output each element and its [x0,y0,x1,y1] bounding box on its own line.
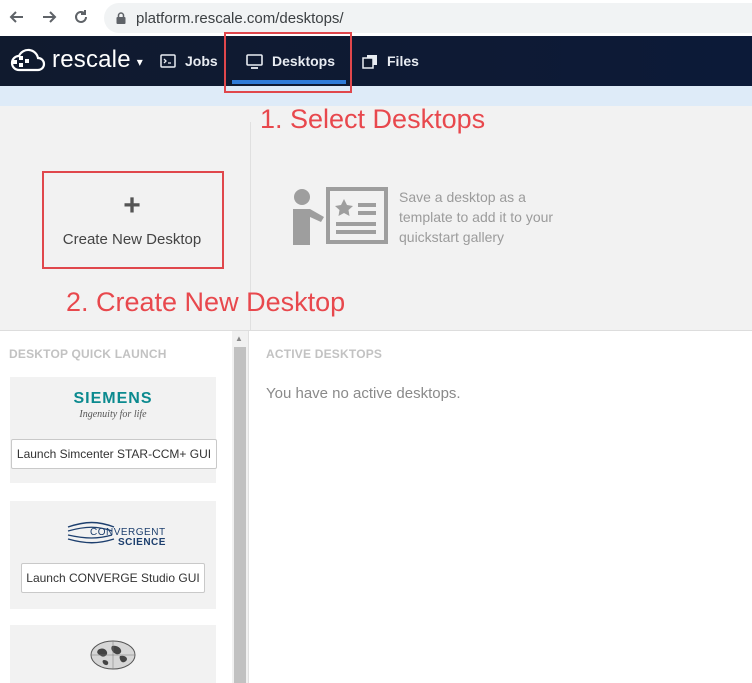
convergent-logo-subtext: SCIENCE [118,537,166,548]
address-bar[interactable]: platform.rescale.com/desktops/ [104,3,752,33]
files-icon [362,54,378,69]
rescale-logo[interactable]: rescale ▾ [10,46,143,74]
no-active-desktops-text: You have no active desktops. [266,385,461,402]
logo-text: rescale [52,46,131,73]
lock-icon [116,12,126,24]
forward-icon[interactable] [38,6,60,28]
terminal-icon [160,54,176,68]
tab-jobs-label: Jobs [185,53,218,69]
tab-files-label: Files [387,53,419,69]
siemens-tagline: Ingenuity for life [79,409,147,420]
template-hint-text: Save a desktop as a template to add it t… [399,189,554,245]
tab-jobs[interactable]: Jobs [160,36,218,86]
active-desktops-title: ACTIVE DESKTOPS [266,347,383,361]
app-navbar: rescale ▾ Jobs Desktops Files [0,36,752,86]
globe-logo-icon [90,640,136,675]
header-strip [0,86,752,106]
launch-starccm-button[interactable]: Launch Simcenter STAR-CCM+ GUI [11,439,217,469]
siemens-logo: SIEMENS [73,390,153,407]
reload-icon[interactable] [70,6,92,28]
scrollbar-thumb[interactable] [234,347,246,683]
highlight-desktops-tab [224,32,352,93]
quick-launch-title: DESKTOP QUICK LAUNCH [9,347,167,361]
highlight-create-button [42,171,224,269]
annotation-step-1: 1. Select Desktops [260,104,486,134]
back-icon[interactable] [6,6,28,28]
scroll-up-icon[interactable]: ▲ [235,334,243,343]
url-text: platform.rescale.com/desktops/ [136,9,344,27]
panel-divider [248,331,249,683]
launch-converge-button[interactable]: Launch CONVERGE Studio GUI [21,563,205,593]
annotation-step-2: 2. Create New Desktop [66,287,346,317]
browser-toolbar: platform.rescale.com/desktops/ [0,0,752,36]
template-presentation-icon [292,187,390,252]
chevron-down-icon: ▾ [136,55,143,69]
tab-files[interactable]: Files [362,36,419,86]
cloud-logo-icon [10,48,46,72]
